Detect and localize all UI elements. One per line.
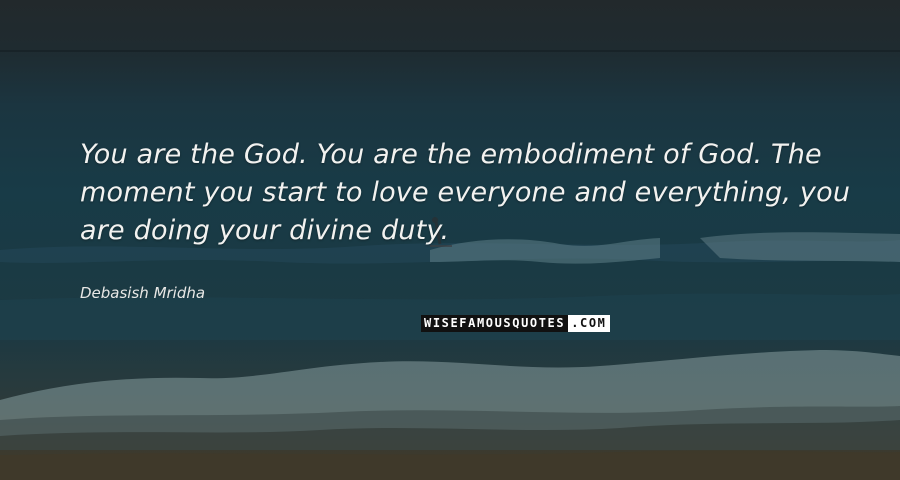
quote-text: You are the God. You are the embodiment … (80, 139, 851, 246)
wisefamousquotes-watermark: WISEFAMOUSQUOTES .COM (421, 315, 610, 332)
quote-author: Debasish Mridha (80, 284, 206, 302)
watermark-left: WISEFAMOUSQUOTES (421, 315, 569, 332)
shore (0, 450, 900, 480)
watermark-right: .COM (568, 315, 610, 332)
background-ocean-scene: You are the God. You are the embodiment … (0, 0, 900, 480)
